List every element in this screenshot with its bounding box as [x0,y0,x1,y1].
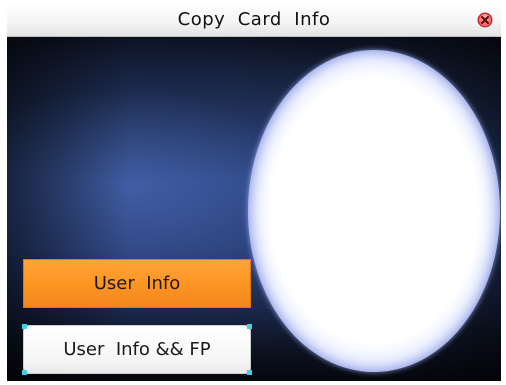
user-info-button[interactable]: User Info [23,259,251,308]
window-title: Copy Card Info [177,9,331,30]
main-panel: User Info User Info && FP [7,37,501,381]
title-bar: Copy Card Info [7,4,501,37]
close-icon[interactable] [477,12,493,28]
user-info-fp-button[interactable]: User Info && FP [22,324,252,375]
screen: Copy Card Info User Info User Info && FP [0,0,506,385]
user-info-fp-label: User Info && FP [63,339,211,360]
focus-corner-marker [247,324,252,329]
user-info-label: User Info [93,273,181,294]
fingerprint-display-oval [248,50,500,372]
focus-corner-marker [22,370,27,375]
focus-corner-marker [22,324,27,329]
focus-corner-marker [247,370,252,375]
